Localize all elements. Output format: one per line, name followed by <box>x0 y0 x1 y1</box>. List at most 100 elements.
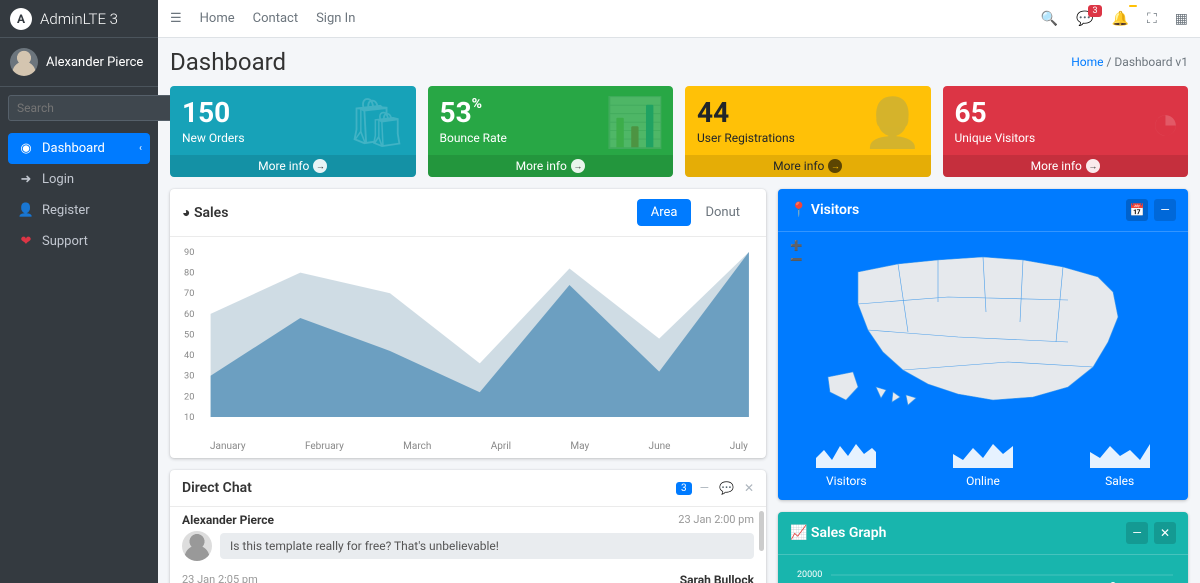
usa-map[interactable]: ➕ ➖ <box>778 232 1188 432</box>
sidebar-item-register[interactable]: 👤 Register <box>8 195 150 226</box>
pie-icon: ◔ <box>1151 94 1180 151</box>
menu-toggle-icon[interactable]: ☰ <box>170 11 182 26</box>
zoom-in-button[interactable]: ➕ <box>790 240 802 254</box>
msg-text: Is this template really for free? That's… <box>220 533 754 559</box>
visitors-title: Visitors <box>811 202 859 218</box>
more-info-link[interactable]: More info→ <box>943 155 1189 177</box>
crumb-current: Dashboard v1 <box>1114 55 1188 69</box>
spark-visitors: Visitors <box>816 440 876 488</box>
msg-name: Alexander Pierce <box>182 513 274 527</box>
scrollbar[interactable] <box>759 511 764 551</box>
topbar: ☰ Home Contact Sign In 🔍 💬3 🔔 ⛶ ▦ <box>158 0 1200 38</box>
close-icon[interactable]: ✕ <box>744 481 754 495</box>
tachometer-icon: ◉ <box>16 141 36 156</box>
search-input[interactable] <box>8 95 182 121</box>
bag-icon: 🛍 <box>347 94 408 151</box>
brand-logo: A <box>10 8 32 30</box>
chat-title: Direct Chat <box>182 480 252 496</box>
line-chart-icon: 📈 <box>790 525 807 541</box>
user-plus-icon: 👤 <box>863 94 923 151</box>
smallbox-new-orders: 150New Orders 🛍 More info→ <box>170 86 416 177</box>
comments-icon[interactable]: 💬 <box>719 481 734 495</box>
sidebar-item-label: Login <box>42 172 74 187</box>
sales-graph-card: 📈 Sales Graph — ✕ 20000 15000 <box>778 512 1188 583</box>
page-title: Dashboard <box>170 48 286 76</box>
tab-donut[interactable]: Donut <box>691 199 754 226</box>
smallbox-unique-visitors: 65Unique Visitors ◔ More info→ <box>943 86 1189 177</box>
sidebar-item-label: Support <box>42 234 88 249</box>
msg-time: 23 Jan 2:05 pm <box>182 573 258 583</box>
svg-text:40: 40 <box>184 351 194 361</box>
zoom-out-button[interactable]: ➖ <box>790 254 802 268</box>
topnav-contact[interactable]: Contact <box>253 11 298 26</box>
minus-icon[interactable]: — <box>1154 199 1176 221</box>
heart-icon: ❤ <box>16 234 36 249</box>
sidebar-item-dashboard[interactable]: ◉ Dashboard ‹ <box>8 133 150 164</box>
arrow-circle-icon: → <box>1086 159 1100 173</box>
svg-text:30: 30 <box>184 372 194 382</box>
sidebar: A AdminLTE 3 Alexander Pierce 🔍 ◉ Dashbo… <box>0 0 158 583</box>
messages-badge: 3 <box>1088 5 1101 17</box>
pie-chart-icon: ◕ <box>182 205 190 221</box>
crumb-home[interactable]: Home <box>1071 55 1103 69</box>
topnav-home[interactable]: Home <box>200 11 235 26</box>
chat-badge: 3 <box>676 482 692 495</box>
arrow-circle-icon: → <box>828 159 842 173</box>
bell-badge <box>1129 5 1137 7</box>
brand[interactable]: A AdminLTE 3 <box>0 0 158 38</box>
grid-icon[interactable]: ▦ <box>1175 11 1188 27</box>
calendar-icon[interactable]: 📅 <box>1126 199 1148 221</box>
avatar <box>182 531 212 561</box>
svg-text:70: 70 <box>184 289 194 299</box>
content: Dashboard Home / Dashboard v1 150New Ord… <box>158 38 1200 583</box>
svg-text:80: 80 <box>184 269 194 279</box>
more-info-link[interactable]: More info→ <box>685 155 931 177</box>
minus-icon[interactable]: — <box>700 481 709 495</box>
chat-body: Alexander Pierce 23 Jan 2:00 pm Is this t… <box>170 507 766 583</box>
more-info-link[interactable]: More info→ <box>428 155 674 177</box>
spark-online: Online <box>953 440 1013 488</box>
msg-time: 23 Jan 2:00 pm <box>678 513 754 527</box>
stats-bars-icon: 📊 <box>605 94 665 151</box>
sign-in-icon: ➜ <box>16 172 36 187</box>
avatar <box>10 48 38 76</box>
svg-text:10: 10 <box>184 413 194 422</box>
more-info-link[interactable]: More info→ <box>170 155 416 177</box>
user-plus-icon: 👤 <box>16 203 36 218</box>
sales-line-chart: 20000 15000 <box>778 555 1188 583</box>
sales-card: ◕ Sales Area Donut 908070605040302010 Ja… <box>170 189 766 458</box>
sales-area-chart: 90 80 70 60 50 40 30 20 10 <box>182 247 754 437</box>
svg-text:60: 60 <box>184 310 194 320</box>
svg-text:90: 90 <box>184 248 194 258</box>
sales-title: Sales <box>194 205 228 221</box>
sidebar-item-login[interactable]: ➜ Login <box>8 164 150 195</box>
visitors-card: 📍 Visitors 📅 — ➕ ➖ <box>778 189 1188 500</box>
brand-text: AdminLTE 3 <box>40 10 118 28</box>
user-name: Alexander Pierce <box>46 55 143 70</box>
smallbox-bounce-rate: 53%Bounce Rate 📊 More info→ <box>428 86 674 177</box>
topnav-signin[interactable]: Sign In <box>316 11 355 26</box>
sidebar-item-support[interactable]: ❤ Support <box>8 226 150 257</box>
direct-chat-card: Direct Chat 3 — 💬 ✕ Alexander Pierce 23 J… <box>170 470 766 583</box>
svg-text:20000: 20000 <box>797 570 822 580</box>
breadcrumb: Home / Dashboard v1 <box>1071 55 1188 69</box>
smallbox-user-registrations: 44User Registrations 👤 More info→ <box>685 86 931 177</box>
arrow-circle-icon: → <box>313 159 327 173</box>
svg-text:50: 50 <box>184 331 194 341</box>
search-icon[interactable]: 🔍 <box>1041 11 1058 27</box>
user-panel[interactable]: Alexander Pierce <box>0 38 158 87</box>
minus-icon[interactable]: — <box>1126 522 1148 544</box>
tab-area[interactable]: Area <box>637 199 692 226</box>
sales-graph-title: Sales Graph <box>811 525 886 541</box>
close-icon[interactable]: ✕ <box>1154 522 1176 544</box>
spark-sales: Sales <box>1090 440 1150 488</box>
bell-icon[interactable]: 🔔 <box>1112 11 1129 27</box>
chevron-left-icon: ‹ <box>139 143 142 154</box>
expand-icon[interactable]: ⛶ <box>1147 11 1157 27</box>
svg-text:20: 20 <box>184 392 194 402</box>
sidebar-item-label: Register <box>42 203 90 218</box>
messages-icon[interactable]: 💬3 <box>1076 11 1093 27</box>
arrow-circle-icon: → <box>571 159 585 173</box>
map-marker-icon: 📍 <box>790 202 807 218</box>
msg-name: Sarah Bullock <box>680 573 754 583</box>
